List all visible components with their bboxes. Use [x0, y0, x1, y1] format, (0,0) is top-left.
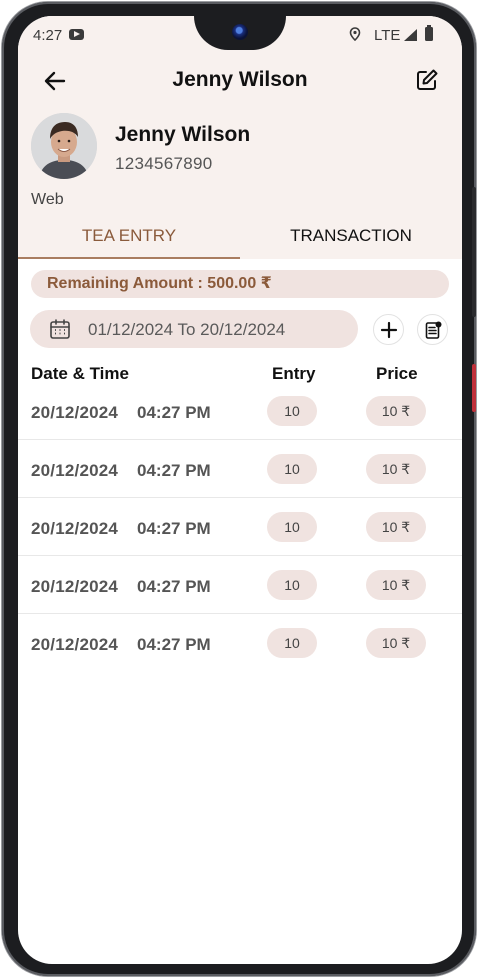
row-time: 04:27 PM: [137, 635, 211, 654]
active-tab-indicator: [18, 257, 240, 259]
row-date: 20/12/2024: [31, 519, 119, 538]
page-title: Jenny Wilson: [172, 68, 308, 91]
youtube-icon: [69, 29, 84, 40]
screen: 4:27 LTE Jenny Wilson Jenny Wilson 12345…: [18, 16, 462, 964]
row-time: 04:27 PM: [137, 519, 211, 538]
profile-name: Jenny Wilson: [115, 123, 251, 146]
battery-icon: [425, 25, 433, 41]
column-header-datetime: Date & Time: [31, 364, 129, 383]
table-row: 20/12/2024 04:27 PM 10 10 ₹: [18, 499, 462, 556]
table-row: 20/12/2024 04:27 PM 10 10 ₹: [18, 441, 462, 498]
column-header-price: Price: [376, 364, 418, 383]
tab-transaction[interactable]: TRANSACTION: [240, 226, 462, 259]
row-time: 04:27 PM: [137, 577, 211, 596]
price-chip: 10 ₹: [366, 512, 426, 542]
network-type: LTE: [374, 27, 401, 44]
avatar: [31, 113, 97, 179]
location-icon: [349, 27, 361, 41]
report-icon: [425, 321, 442, 339]
entry-count-chip: 10: [267, 396, 317, 426]
tab-tea-entry[interactable]: TEA ENTRY: [18, 226, 240, 259]
price-chip: 10 ₹: [366, 570, 426, 600]
row-date: 20/12/2024: [31, 577, 119, 596]
remaining-amount-banner: Remaining Amount : 500.00 ₹: [31, 270, 449, 298]
entry-count-chip: 10: [267, 628, 317, 658]
price-chip: 10 ₹: [366, 396, 426, 426]
profile-phone: 1234567890: [115, 154, 213, 173]
date-range-picker[interactable]: 01/12/2024 To 20/12/2024: [30, 310, 358, 348]
table-row: 20/12/2024 04:27 PM 10 10 ₹: [18, 383, 462, 440]
date-range-text: 01/12/2024 To 20/12/2024: [88, 320, 286, 339]
entry-count-chip: 10: [267, 512, 317, 542]
profile-source: Web: [31, 191, 64, 208]
price-chip: 10 ₹: [366, 454, 426, 484]
power-button: [472, 187, 476, 317]
row-time: 04:27 PM: [137, 461, 211, 480]
column-header-entry: Entry: [272, 364, 316, 383]
user-photo: [31, 113, 97, 179]
table-row: 20/12/2024 04:27 PM 10 10 ₹: [18, 615, 462, 672]
entry-count-chip: 10: [267, 454, 317, 484]
entry-count-chip: 10: [267, 570, 317, 600]
calendar-icon: [50, 319, 70, 339]
volume-button: [472, 364, 476, 412]
signal-icon: [404, 29, 417, 41]
edit-icon[interactable]: [414, 67, 440, 93]
table-row: 20/12/2024 04:27 PM 10 10 ₹: [18, 557, 462, 614]
row-date: 20/12/2024: [31, 403, 119, 422]
row-date: 20/12/2024: [31, 461, 119, 480]
plus-icon: [380, 321, 398, 339]
front-camera: [232, 24, 248, 40]
status-time: 4:27: [33, 27, 63, 44]
phone-frame: 4:27 LTE Jenny Wilson Jenny Wilson 12345…: [2, 2, 476, 976]
add-entry-button[interactable]: [373, 314, 404, 345]
report-button[interactable]: [417, 314, 448, 345]
row-date: 20/12/2024: [31, 635, 119, 654]
profile-header: 4:27 LTE Jenny Wilson Jenny Wilson 12345…: [18, 16, 462, 259]
price-chip: 10 ₹: [366, 628, 426, 658]
row-time: 04:27 PM: [137, 403, 211, 422]
